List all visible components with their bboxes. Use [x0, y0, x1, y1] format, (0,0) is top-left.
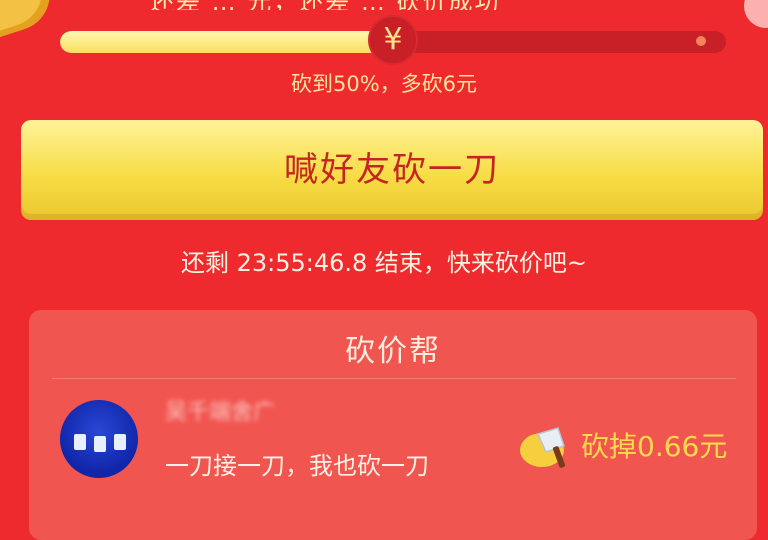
helper-avatar[interactable] — [60, 400, 138, 478]
helper-name: 吴千端舍广 — [165, 400, 276, 425]
divider — [52, 378, 736, 379]
yen-icon: ¥ — [370, 17, 416, 63]
invite-friend-button[interactable]: 喊好友砍一刀 — [21, 120, 763, 220]
helper-message: 一刀接一刀，我也砍一刀 — [165, 452, 429, 480]
avatar-pixel — [114, 434, 126, 450]
countdown-text: 还剩 23:55:46.8 结束，快来砍价吧~ — [180, 249, 588, 277]
avatar-pixel — [94, 436, 106, 452]
sparkle-decoration — [696, 36, 706, 46]
helpers-title: 砍价帮 — [345, 334, 441, 369]
cut-amount: 砍掉0.66元 — [581, 430, 728, 463]
cleaver-icon — [520, 427, 566, 468]
progress-hint: 砍到50%，多砍6元 — [290, 72, 478, 96]
partial-header-text: 还差 … 元，还差 … 砍价成功 — [150, 0, 620, 10]
corner-ribbon-decoration — [0, 0, 59, 40]
bargain-progress-fill — [60, 31, 393, 53]
corner-decoration — [744, 0, 768, 28]
avatar-pixel — [74, 434, 86, 450]
